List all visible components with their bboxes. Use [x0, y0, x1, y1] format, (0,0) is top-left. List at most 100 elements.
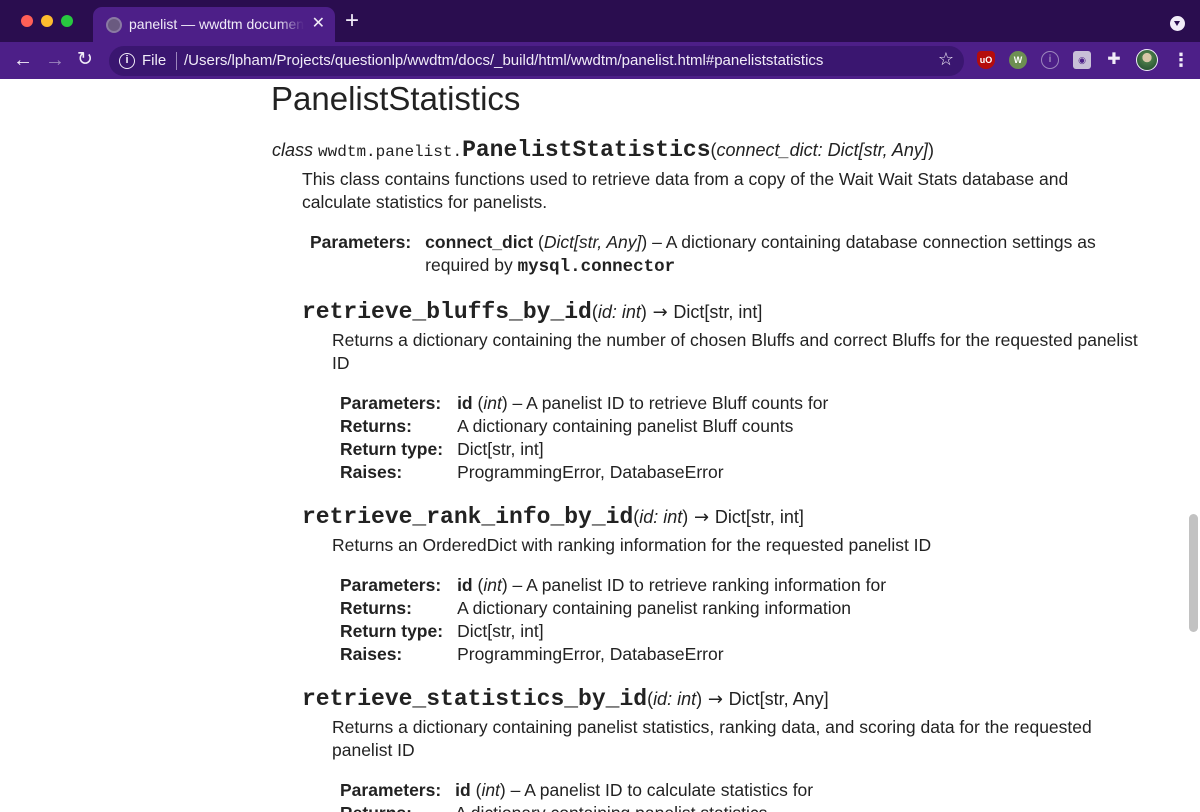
paren-close: ): [927, 140, 934, 160]
return-type-value: Dict[str, int]: [457, 439, 544, 459]
back-arrow-icon[interactable]: ←: [13, 47, 33, 73]
ublock-extension-icon[interactable]: uO: [977, 51, 995, 69]
extensions-puzzle-icon[interactable]: ✚: [1105, 51, 1123, 69]
maximize-window-button[interactable]: [61, 15, 73, 27]
return-arrow: →: [688, 507, 715, 528]
raises-label: Raises:: [340, 462, 403, 482]
profile-avatar[interactable]: [1136, 49, 1158, 71]
method-signature: retrieve_statistics_by_id(id: int) → Dic…: [302, 686, 829, 712]
class-signature: class wwdtm.panelist.PanelistStatistics(…: [272, 137, 1142, 165]
vertical-scrollbar[interactable]: [1189, 514, 1198, 632]
documentation-body: PanelistStatistics class wwdtm.panelist.…: [271, 79, 1142, 812]
param-entry: id (int) – A panelist ID to calculate st…: [455, 780, 814, 800]
param-type: int: [483, 575, 502, 595]
param-code: mysql.connector: [517, 257, 676, 277]
method-return-sig: Dict[str, int]: [673, 302, 763, 322]
class-param-entry: connect_dict (Dict[str, Any]) – A dictio…: [425, 232, 1096, 277]
param-name: id: [457, 393, 473, 413]
class-description: This class contains functions used to re…: [302, 169, 1069, 212]
close-tab-icon[interactable]: ✕: [312, 14, 325, 34]
method-body: Returns a dictionary containing the numb…: [332, 329, 1142, 484]
return-arrow: →: [702, 689, 729, 710]
raises-value: ProgrammingError, DatabaseError: [457, 462, 724, 482]
method-field-list: Parameters: id (int) – A panelist ID to …: [340, 779, 1142, 812]
close-window-button[interactable]: [21, 15, 33, 27]
forward-arrow-icon[interactable]: →: [45, 47, 65, 73]
minimize-window-button[interactable]: [41, 15, 53, 27]
method-retrieve-bluffs-by-id: retrieve_bluffs_by_id(id: int) → Dict[st…: [302, 299, 1142, 484]
method-param: id: int: [653, 689, 697, 709]
wappalyzer-extension-icon[interactable]: W: [1009, 51, 1027, 69]
param-name: id: [455, 780, 471, 800]
param-name: id: [457, 575, 473, 595]
raises-label: Raises:: [340, 644, 403, 664]
method-param: id: int: [639, 507, 683, 527]
class-param: connect_dict: Dict[str, Any]: [716, 140, 928, 160]
param-description: – A panelist ID to retrieve Bluff counts…: [507, 393, 829, 413]
method-name: retrieve_rank_info_by_id: [302, 504, 634, 530]
camera-extension-icon[interactable]: ◉: [1073, 51, 1091, 69]
new-tab-button[interactable]: +: [345, 8, 359, 34]
method-field-list: Parameters: id (int) – A panelist ID to …: [340, 392, 1142, 484]
parameters-label: Parameters:: [340, 780, 442, 800]
url-text[interactable]: /Users/lpham/Projects/questionlp/wwdtm/d…: [184, 52, 823, 69]
method-name: retrieve_bluffs_by_id: [302, 299, 592, 325]
bookmark-star-icon[interactable]: ☆: [938, 49, 954, 70]
divider: [176, 52, 177, 70]
method-description: Returns a dictionary containing the numb…: [332, 330, 1138, 373]
tab-strip: panelist — wwdtm documentation ✕ +: [0, 0, 1200, 42]
raises-value: ProgrammingError, DatabaseError: [457, 644, 724, 664]
returns-value: A dictionary containing panelist Bluff c…: [457, 416, 794, 436]
param-entry: id (int) – A panelist ID to retrieve Blu…: [457, 393, 829, 413]
reload-icon[interactable]: ↻: [77, 47, 93, 73]
more-menu-icon[interactable]: ⋮: [1172, 48, 1190, 72]
param-type: Dict[str, Any]: [543, 232, 642, 252]
method-param: id: int: [597, 302, 641, 322]
method-retrieve-rank-info-by-id: retrieve_rank_info_by_id(id: int) → Dict…: [302, 504, 1142, 666]
method-return-sig: Dict[str, Any]: [728, 689, 829, 709]
tab-title: panelist — wwdtm documentation: [129, 16, 304, 32]
info-extension-icon[interactable]: i: [1041, 51, 1059, 69]
class-body: This class contains functions used to re…: [302, 168, 1142, 812]
browser-tab[interactable]: panelist — wwdtm documentation ✕: [93, 7, 335, 42]
param-type: int: [481, 780, 500, 800]
param-description: – A panelist ID to retrieve ranking info…: [507, 575, 887, 595]
parameters-label: Parameters:: [340, 393, 442, 413]
param-type: int: [483, 393, 502, 413]
returns-label: Returns:: [340, 416, 412, 436]
returns-value: A dictionary containing panelist statist…: [455, 802, 1142, 812]
globe-icon: [106, 17, 122, 33]
class-keyword: class: [272, 140, 314, 160]
return-arrow: →: [646, 302, 674, 323]
browser-toolbar: ← → ↻ i File /Users/lpham/Projects/quest…: [0, 42, 1200, 79]
address-bar[interactable]: i File /Users/lpham/Projects/questionlp/…: [109, 46, 964, 76]
method-signature: retrieve_rank_info_by_id(id: int) → Dict…: [302, 504, 804, 530]
url-scheme: File: [142, 52, 167, 69]
return-type-label: Return type:: [340, 439, 444, 459]
parameters-label: Parameters:: [340, 575, 442, 595]
returns-label: Returns:: [340, 598, 412, 618]
class-name: PanelistStatistics: [462, 137, 711, 163]
page-content: PanelistStatistics class wwdtm.panelist.…: [0, 79, 1200, 812]
class-module-prefix: wwdtm.panelist.: [318, 143, 463, 161]
param-entry: id (int) – A panelist ID to retrieve ran…: [457, 575, 887, 595]
param-description: – A panelist ID to calculate statistics …: [505, 780, 814, 800]
method-description: Returns an OrderedDict with ranking info…: [332, 535, 932, 555]
return-type-label: Return type:: [340, 621, 444, 641]
info-icon[interactable]: i: [119, 53, 135, 69]
section-title: PanelistStatistics: [271, 80, 521, 117]
class-field-list: Parameters: connect_dict (Dict[str, Any]…: [310, 231, 1142, 279]
method-return-sig: Dict[str, int]: [714, 507, 804, 527]
method-body: Returns a dictionary containing panelist…: [332, 716, 1142, 812]
return-type-value: Dict[str, int]: [457, 621, 544, 641]
method-body: Returns an OrderedDict with ranking info…: [332, 534, 1142, 666]
param-name: connect_dict: [425, 232, 534, 252]
parameters-label: Parameters:: [310, 232, 412, 252]
method-name: retrieve_statistics_by_id: [302, 686, 648, 712]
method-retrieve-statistics-by-id: retrieve_statistics_by_id(id: int) → Dic…: [302, 686, 1142, 812]
tab-search-icon[interactable]: [1170, 16, 1185, 31]
returns-value: A dictionary containing panelist ranking…: [457, 598, 852, 618]
method-signature: retrieve_bluffs_by_id(id: int) → Dict[st…: [302, 299, 763, 325]
returns-label: Returns:: [340, 802, 441, 812]
method-field-list: Parameters: id (int) – A panelist ID to …: [340, 574, 1142, 666]
